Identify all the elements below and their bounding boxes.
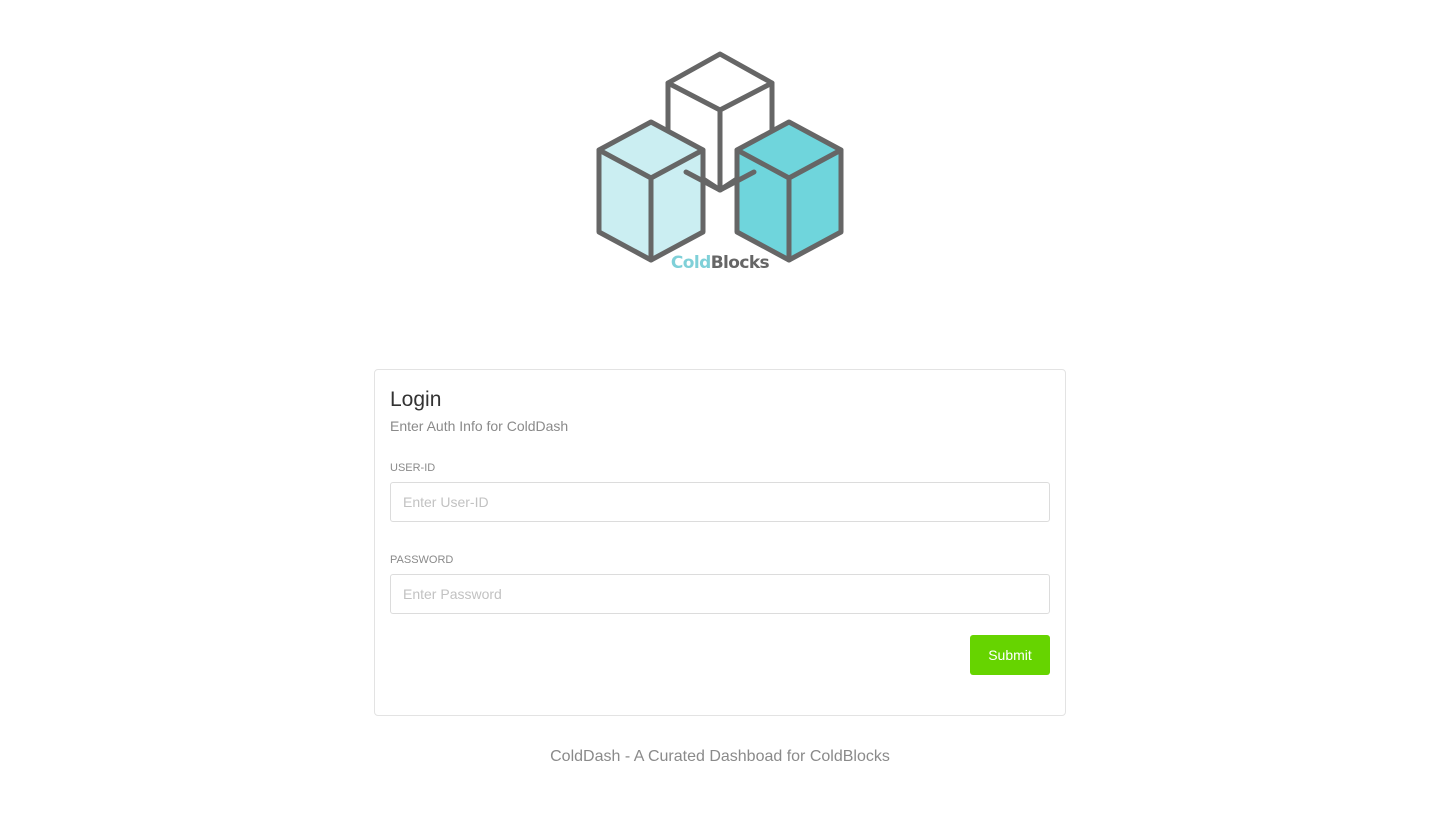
login-card: Login Enter Auth Info for ColdDash USER-… <box>374 369 1066 716</box>
cube-right <box>734 119 844 263</box>
logo-wordmark-cold: Cold <box>670 253 711 273</box>
footer-text: ColdDash - A Curated Dashboad for ColdBl… <box>550 748 890 765</box>
logo-wordmark-blocks: Blocks <box>710 253 770 273</box>
user-id-input[interactable] <box>390 482 1050 522</box>
password-input[interactable] <box>390 574 1050 614</box>
user-id-label: USER-ID <box>390 462 436 474</box>
login-subtitle: Enter Auth Info for ColdDash <box>390 418 569 434</box>
submit-button[interactable]: Submit <box>970 635 1050 675</box>
coldblocks-logo: ColdBlocks <box>596 50 844 276</box>
login-title: Login <box>390 388 442 411</box>
logo-wordmark: ColdBlocks <box>596 253 844 273</box>
login-page: ColdBlocks Login Enter Auth Info for Col… <box>0 0 1440 837</box>
cubes-logo-icon <box>596 51 844 263</box>
password-label: PASSWORD <box>390 554 454 566</box>
cube-left <box>596 119 706 263</box>
